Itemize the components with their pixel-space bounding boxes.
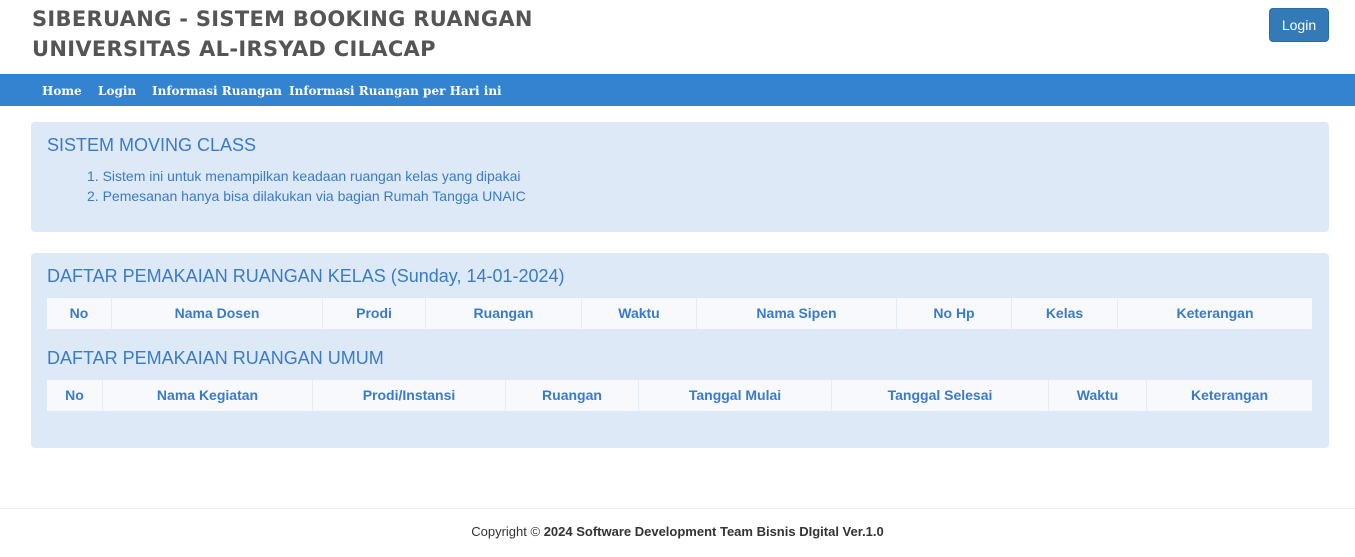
nav-item-home[interactable]: Home (42, 74, 82, 106)
footer-copyright: Copyright © (471, 524, 541, 539)
class-usage-table-header: No Nama Dosen Prodi Ruangan Waktu Nama S… (47, 298, 1312, 329)
column-header: Prodi/Instansi (313, 380, 506, 411)
info-list-item: 1. Sistem ini untuk menampilkan keadaan … (87, 168, 521, 184)
site-header: SIBERUANG - SISTEM BOOKING RUANGAN UNIVE… (0, 0, 1355, 74)
column-header: Keterangan (1176, 305, 1254, 321)
nav-item-login[interactable]: Login (98, 74, 136, 106)
column-header: No Hp (897, 298, 1012, 329)
column-header: Tanggal Mulai (639, 380, 832, 411)
footer-credit: 2024 Software Development Team Bisnis DI… (543, 524, 884, 539)
nav-item-informasi-ruangan[interactable]: Informasi Ruangan (152, 74, 282, 106)
main-navbar: Home Login Informasi Ruangan Informasi R… (0, 74, 1355, 106)
column-header: Nama Dosen (112, 298, 323, 329)
column-header: Ruangan (506, 380, 639, 411)
column-header: Nama Sipen (697, 298, 897, 329)
column-header: No (47, 298, 112, 329)
column-header: No (47, 380, 103, 411)
column-header: Keterangan (1190, 387, 1269, 403)
general-usage-heading: DAFTAR PEMAKAIAN RUANGAN UMUM (47, 348, 384, 368)
column-header: Waktu (582, 298, 697, 329)
usage-panel: DAFTAR PEMAKAIAN RUANGAN KELAS (Sunday, … (31, 253, 1329, 448)
info-panel-heading: SISTEM MOVING CLASS (47, 135, 257, 155)
site-title-line1: SIBERUANG - SISTEM BOOKING RUANGAN (32, 7, 533, 31)
nav-item-informasi-ruangan-hari-ini[interactable]: Informasi Ruangan per Hari ini (289, 74, 502, 106)
column-header: Kelas (1012, 298, 1118, 329)
site-title: SIBERUANG - SISTEM BOOKING RUANGAN UNIVE… (32, 4, 533, 64)
footer-divider (0, 508, 1355, 509)
info-list: 1. Sistem ini untuk menampilkan keadaan … (87, 166, 526, 206)
column-header: Tanggal Selesai (832, 380, 1049, 411)
login-button[interactable]: Login (1269, 8, 1329, 42)
general-usage-table-header: No Nama Kegiatan Prodi/Instansi Ruangan … (47, 380, 1312, 411)
class-usage-heading: DAFTAR PEMAKAIAN RUANGAN KELAS (Sunday, … (47, 266, 565, 286)
site-title-line2: UNIVERSITAS AL-IRSYAD CILACAP (32, 37, 436, 61)
info-panel: SISTEM MOVING CLASS 1. Sistem ini untuk … (31, 122, 1329, 232)
column-header: Prodi (323, 298, 426, 329)
column-header: Nama Kegiatan (103, 380, 313, 411)
footer: Copyright © 2024 Software Development Te… (0, 523, 1355, 541)
column-header: Waktu (1049, 380, 1147, 411)
column-header: Ruangan (426, 298, 582, 329)
info-list-item: 2. Pemesanan hanya bisa dilakukan via ba… (87, 188, 526, 204)
